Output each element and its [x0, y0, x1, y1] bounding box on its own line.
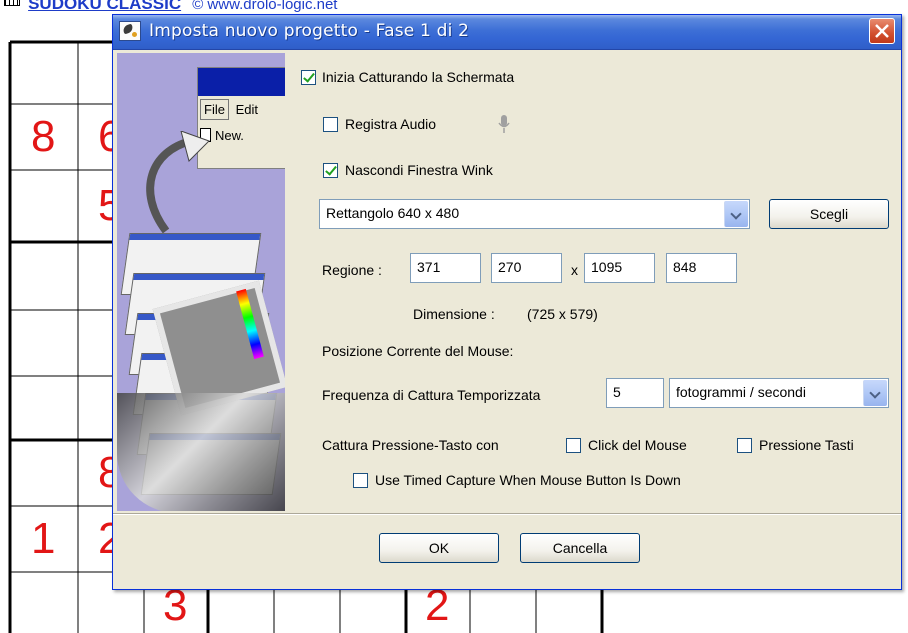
keypress-capture-label: Cattura Pressione-Tasto con	[322, 437, 499, 453]
illustration-menu-edit: Edit	[235, 102, 258, 117]
capture-unit-select[interactable]: fotogrammi / secondi	[669, 378, 889, 408]
close-icon	[875, 24, 889, 38]
dialog-separator	[113, 513, 901, 515]
dialog-title-bar[interactable]: Imposta nuovo progetto - Fase 1 di 2	[113, 15, 901, 50]
timed-capture-label: Frequenza di Cattura Temporizzata	[322, 387, 541, 403]
illustration-menu-file: File	[200, 99, 229, 120]
illustration-menu: File Edit	[200, 99, 261, 120]
region-y1-input[interactable]: 270	[491, 253, 562, 283]
region-separator: x	[571, 262, 578, 278]
wink-app-icon	[119, 21, 141, 41]
timed-capture-input[interactable]: 5	[606, 378, 664, 408]
ok-button[interactable]: OK	[379, 533, 499, 563]
record-audio-checkbox[interactable]	[323, 117, 338, 132]
hide-window-label[interactable]: Nascondi Finestra Wink	[345, 162, 493, 178]
mouse-position-label: Posizione Corrente del Mouse:	[322, 343, 514, 359]
region-x1-input[interactable]: 371	[410, 253, 481, 283]
dimension-label: Dimensione :	[413, 306, 495, 322]
chevron-down-icon[interactable]	[863, 380, 887, 406]
curved-arrow-icon	[146, 131, 210, 234]
mouse-click-checkbox[interactable]	[566, 438, 581, 453]
region-x2-input[interactable]: 1095	[584, 253, 655, 283]
cancel-button[interactable]: Cancella	[520, 533, 640, 563]
dialog-title: Imposta nuovo progetto - Fase 1 di 2	[149, 21, 470, 41]
new-project-dialog: Imposta nuovo progetto - Fase 1 di 2 Fil…	[112, 14, 902, 590]
mouse-click-label[interactable]: Click del Mouse	[588, 437, 687, 453]
chevron-down-icon[interactable]	[724, 201, 748, 227]
page-curl-decoration	[117, 393, 285, 511]
wizard-illustration: File Edit New.	[117, 53, 285, 511]
hide-window-checkbox[interactable]	[323, 163, 338, 178]
capture-unit-value: fotogrammi / secondi	[676, 384, 806, 400]
key-press-checkbox[interactable]	[737, 438, 752, 453]
timed-when-down-label[interactable]: Use Timed Capture When Mouse Button Is D…	[375, 472, 681, 488]
region-label: Regione :	[322, 262, 382, 278]
capture-screen-label[interactable]: Inizia Catturando la Schermata	[322, 69, 514, 85]
capture-screen-checkbox[interactable]	[301, 70, 316, 85]
key-press-label[interactable]: Pressione Tasti	[759, 437, 854, 453]
region-select[interactable]: Rettangolo 640 x 480	[319, 199, 750, 229]
microphone-icon	[498, 115, 510, 133]
record-audio-label[interactable]: Registra Audio	[345, 116, 436, 132]
timed-when-down-checkbox[interactable]	[353, 473, 368, 488]
region-select-value: Rettangolo 640 x 480	[326, 205, 460, 221]
dimension-value: (725 x 579)	[527, 306, 598, 322]
sudoku-cell-number: 8	[31, 112, 56, 161]
choose-button[interactable]: Scegli	[769, 199, 889, 229]
sudoku-cell-number: 1	[31, 514, 56, 563]
sudoku-cell-number: 3	[163, 581, 188, 630]
illustration-titlebar	[198, 68, 285, 96]
sudoku-cell-number: 2	[425, 581, 450, 630]
close-button[interactable]	[869, 18, 895, 44]
illustration-new-label: New.	[215, 128, 244, 143]
region-y2-input[interactable]: 848	[666, 253, 737, 283]
